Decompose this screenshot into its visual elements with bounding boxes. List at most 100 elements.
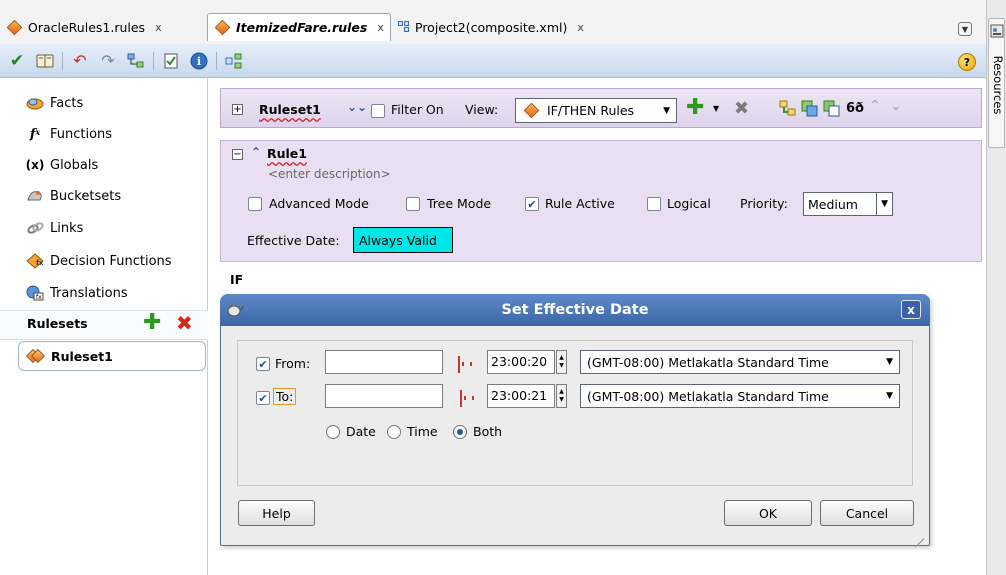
- rule-description[interactable]: <enter description>: [268, 167, 391, 181]
- link-tree-icon[interactable]: [125, 50, 147, 72]
- radio-date-label: Date: [346, 424, 376, 439]
- toolbar-separator: [153, 51, 154, 70]
- move-down-icon[interactable]: ⌄: [890, 98, 902, 114]
- delete-ruleset-icon[interactable]: ✖: [176, 312, 193, 334]
- svg-text:i: i: [197, 55, 201, 68]
- filter-on-checkbox[interactable]: [371, 104, 385, 118]
- rule-active-checkbox[interactable]: ✔: [525, 197, 539, 211]
- radio-date[interactable]: Date: [326, 424, 376, 439]
- to-date-input[interactable]: [325, 384, 443, 408]
- help-icon[interactable]: ?: [958, 53, 976, 71]
- to-time-input[interactable]: 23:00:21: [487, 384, 555, 408]
- tab-close-icon[interactable]: x: [577, 21, 584, 34]
- redo-icon[interactable]: ↷: [97, 50, 119, 72]
- cancel-button[interactable]: Cancel: [820, 500, 914, 526]
- nav-item-globals[interactable]: (x) Globals: [26, 155, 99, 175]
- nav-item-bucketsets[interactable]: Bucketsets: [26, 186, 121, 206]
- move-rule-icon[interactable]: [779, 100, 797, 121]
- rule-collapse-chevron-icon[interactable]: ⌃: [251, 145, 261, 159]
- tab-close-icon[interactable]: x: [155, 21, 162, 34]
- priority-value: Medium: [808, 196, 858, 212]
- ok-button[interactable]: OK: [724, 500, 812, 526]
- logical-checkbox[interactable]: [647, 197, 661, 211]
- radio-both[interactable]: Both: [453, 424, 502, 439]
- tab-label: Project2(composite.xml): [415, 19, 568, 35]
- priority-select[interactable]: Medium ▼: [803, 192, 893, 216]
- copy-rule-icon[interactable]: [801, 100, 819, 121]
- tab-itemizedfare[interactable]: ItemizedFare.rules x: [207, 13, 391, 41]
- effective-date-button[interactable]: Always Valid: [353, 227, 453, 253]
- chevron-down-icon: ▼: [886, 391, 893, 401]
- move-up-icon[interactable]: ⌃: [869, 98, 881, 114]
- radio-date-button[interactable]: [326, 424, 340, 439]
- view-select-value: IF/THEN Rules: [547, 103, 635, 118]
- tab-label: ItemizedFare.rules: [236, 20, 368, 35]
- radio-both-button[interactable]: [453, 424, 467, 439]
- tab-close-icon[interactable]: x: [377, 21, 384, 34]
- collapse-rule-icon[interactable]: −: [232, 149, 243, 160]
- add-ruleset-icon[interactable]: ✚: [143, 312, 161, 334]
- help-button[interactable]: Help: [238, 500, 315, 526]
- to-checkbox[interactable]: ✔: [256, 391, 270, 405]
- toolbar-separator: [62, 51, 63, 70]
- nav-item-label: Links: [50, 220, 84, 236]
- add-rule-dropdown-icon[interactable]: ▼: [713, 104, 719, 113]
- bucketsets-icon: [26, 188, 44, 204]
- nav-item-translations[interactable]: fx Translations: [26, 283, 128, 303]
- from-timezone-select[interactable]: (GMT-08:00) Metlakatla Standard Time ▼: [580, 350, 900, 374]
- radio-time-button[interactable]: [387, 424, 401, 439]
- nav-item-links[interactable]: Links: [26, 218, 83, 238]
- expand-ruleset-icon[interactable]: +: [232, 104, 243, 115]
- if-section-label: IF: [230, 272, 244, 287]
- from-time-input[interactable]: 23:00:20: [487, 350, 555, 374]
- properties-icon[interactable]: [160, 50, 182, 72]
- nav-item-label: Globals: [50, 157, 99, 173]
- show-hide-icon[interactable]: 6ð: [846, 101, 864, 116]
- calendar-icon[interactable]: [458, 356, 460, 373]
- add-rule-icon[interactable]: ✚: [686, 96, 704, 120]
- ruleset-list-item[interactable]: Ruleset1: [18, 341, 206, 371]
- advanced-mode-checkbox[interactable]: [248, 197, 262, 211]
- composite-link-icon[interactable]: [223, 50, 245, 72]
- tab-oraclerules1[interactable]: OracleRules1.rules x: [0, 14, 168, 40]
- radio-both-label: Both: [473, 424, 503, 439]
- delete-rule-icon[interactable]: ✖: [734, 98, 749, 119]
- tab-list-menu-icon[interactable]: ▼: [958, 22, 972, 36]
- view-select[interactable]: IF/THEN Rules ▼: [515, 98, 677, 123]
- paste-rule-icon[interactable]: [823, 100, 841, 121]
- from-label: From:: [275, 356, 311, 371]
- rules-file-icon: [6, 19, 23, 35]
- from-time-spinner[interactable]: ▲ ▼: [556, 350, 567, 374]
- dialog-title: Set Effective Date: [501, 302, 649, 318]
- nav-item-label: Facts: [50, 95, 84, 111]
- ruleset-name: Ruleset1: [51, 348, 113, 364]
- nav-item-functions[interactable]: fx Functions: [26, 124, 112, 144]
- from-checkbox[interactable]: ✔: [256, 357, 270, 371]
- to-time-spinner[interactable]: ▲ ▼: [556, 384, 567, 408]
- tree-mode-checkbox[interactable]: [406, 197, 420, 211]
- dictionary-icon[interactable]: [34, 50, 56, 72]
- tab-project2-composite[interactable]: Project2(composite.xml) x: [392, 14, 590, 40]
- rules-toolbar: ✔ ↶ ↷ i: [0, 44, 986, 78]
- calendar-icon[interactable]: [460, 390, 462, 407]
- info-icon[interactable]: i: [188, 50, 210, 72]
- view-label: View:: [465, 102, 499, 117]
- undo-icon[interactable]: ↶: [69, 50, 91, 72]
- radio-time[interactable]: Time: [387, 424, 438, 439]
- ruleset-collapse-chevron-icon[interactable]: ⌄⌄: [347, 100, 367, 114]
- radio-time-label: Time: [407, 424, 438, 439]
- ruleset-title: Ruleset1: [259, 102, 321, 117]
- priority-label: Priority:: [740, 196, 788, 211]
- from-date-input[interactable]: [325, 350, 443, 374]
- nav-item-decision-functions[interactable]: fx Decision Functions: [26, 251, 172, 271]
- to-timezone-select[interactable]: (GMT-08:00) Metlakatla Standard Time ▼: [580, 384, 900, 408]
- validate-check-icon[interactable]: ✔: [6, 50, 28, 72]
- effective-date-label: Effective Date:: [247, 233, 340, 248]
- function-icon: fx: [29, 126, 41, 142]
- nav-item-facts[interactable]: Facts: [26, 93, 83, 113]
- tab-label: OracleRules1.rules: [28, 19, 146, 35]
- dialog-close-icon[interactable]: x: [901, 300, 921, 319]
- composite-icon: [398, 21, 411, 33]
- nav-item-label: Bucketsets: [50, 188, 122, 204]
- resize-grip-icon[interactable]: [912, 528, 925, 548]
